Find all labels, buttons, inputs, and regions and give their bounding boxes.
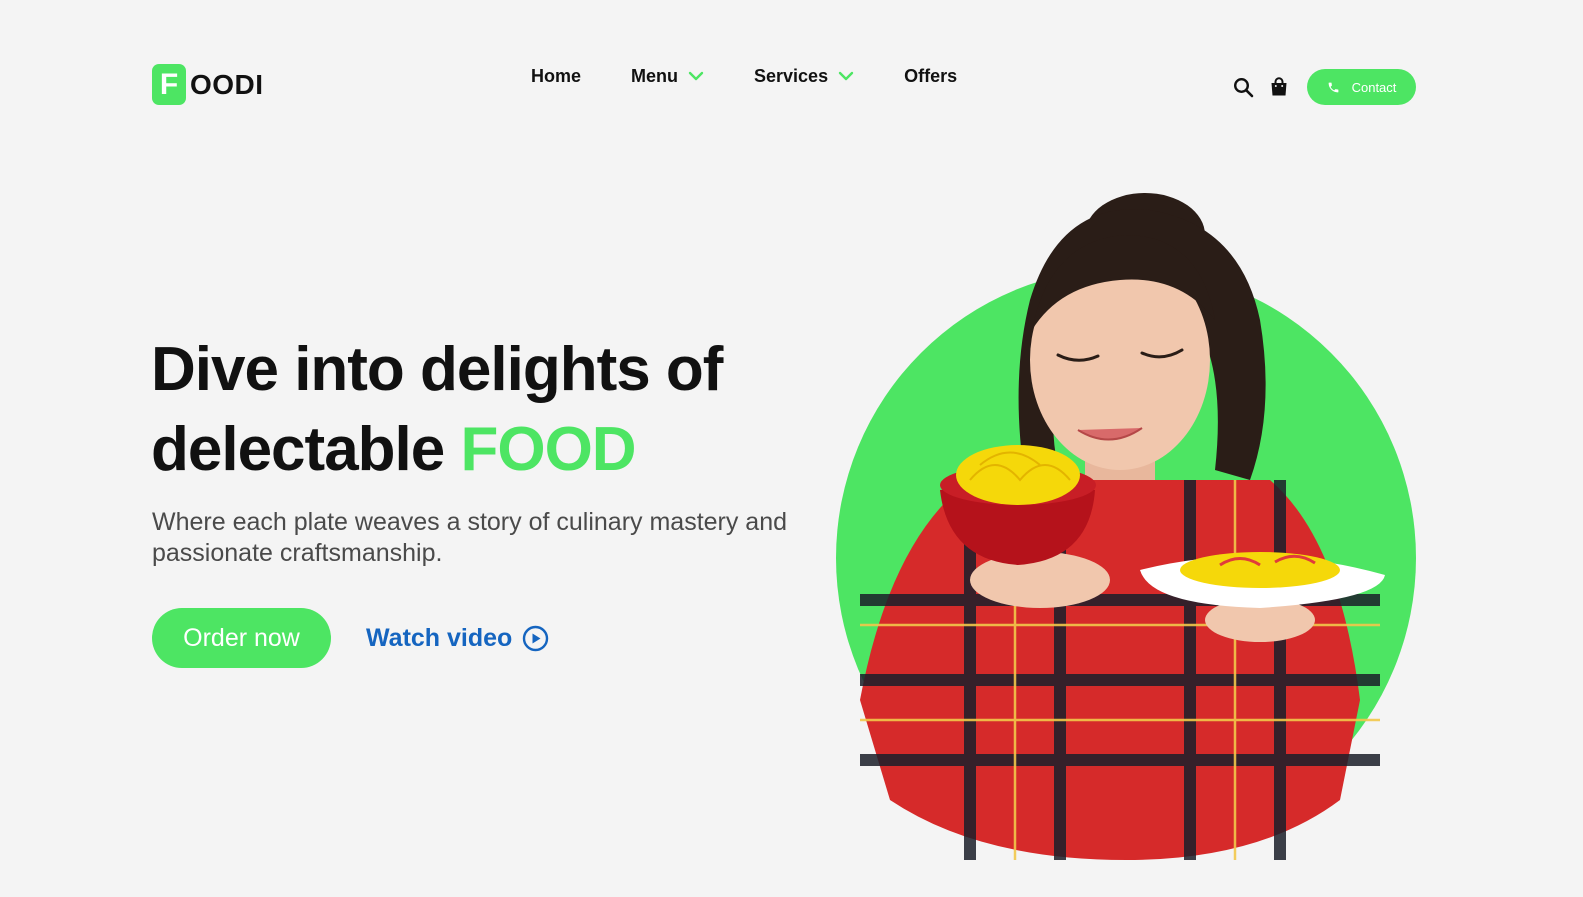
nav-label-menu: Menu <box>631 65 679 86</box>
hero-title-line2: delectable <box>151 415 461 484</box>
chevron-down-icon <box>688 71 704 81</box>
header-actions: Contact <box>1232 69 1416 105</box>
nav-item-offers[interactable]: Offers <box>904 66 957 87</box>
contact-button[interactable]: Contact <box>1307 69 1416 105</box>
watch-video-link[interactable]: Watch video <box>366 624 549 653</box>
nav-item-services[interactable]: Services <box>754 66 854 87</box>
brand-logo[interactable]: F OODI <box>152 64 264 105</box>
contact-label: Contact <box>1351 79 1397 95</box>
search-icon <box>1233 77 1253 97</box>
hero-title-accent: FOOD <box>460 415 636 484</box>
search-button[interactable] <box>1232 76 1254 98</box>
nav-item-home[interactable]: Home <box>531 66 581 87</box>
nav-label-services: Services <box>754 65 829 86</box>
hero-image <box>836 193 1416 860</box>
play-circle-icon <box>523 625 549 651</box>
order-now-button[interactable]: Order now <box>152 608 331 668</box>
nav-label-offers: Offers <box>904 65 958 86</box>
main-nav: Home Menu Services Offers <box>531 64 957 88</box>
hero-title: Dive into delights of delectable FOOD <box>151 330 791 490</box>
shopping-bag-icon <box>1271 77 1287 96</box>
hero-subtitle: Where each plate weaves a story of culin… <box>152 508 788 567</box>
watch-video-label: Watch video <box>366 623 513 652</box>
phone-icon <box>1328 82 1338 92</box>
woman-figure <box>860 193 1385 860</box>
logo-wordmark: OODI <box>190 68 264 100</box>
hero-cta-row: Order now Watch video <box>152 608 549 668</box>
chevron-down-icon <box>838 71 854 81</box>
logo-mark: F <box>152 64 186 105</box>
cart-button[interactable] <box>1268 76 1290 98</box>
nav-label-home: Home <box>531 65 582 86</box>
hero-title-line1: Dive into delights of <box>151 335 723 404</box>
nav-item-menu[interactable]: Menu <box>631 66 704 87</box>
